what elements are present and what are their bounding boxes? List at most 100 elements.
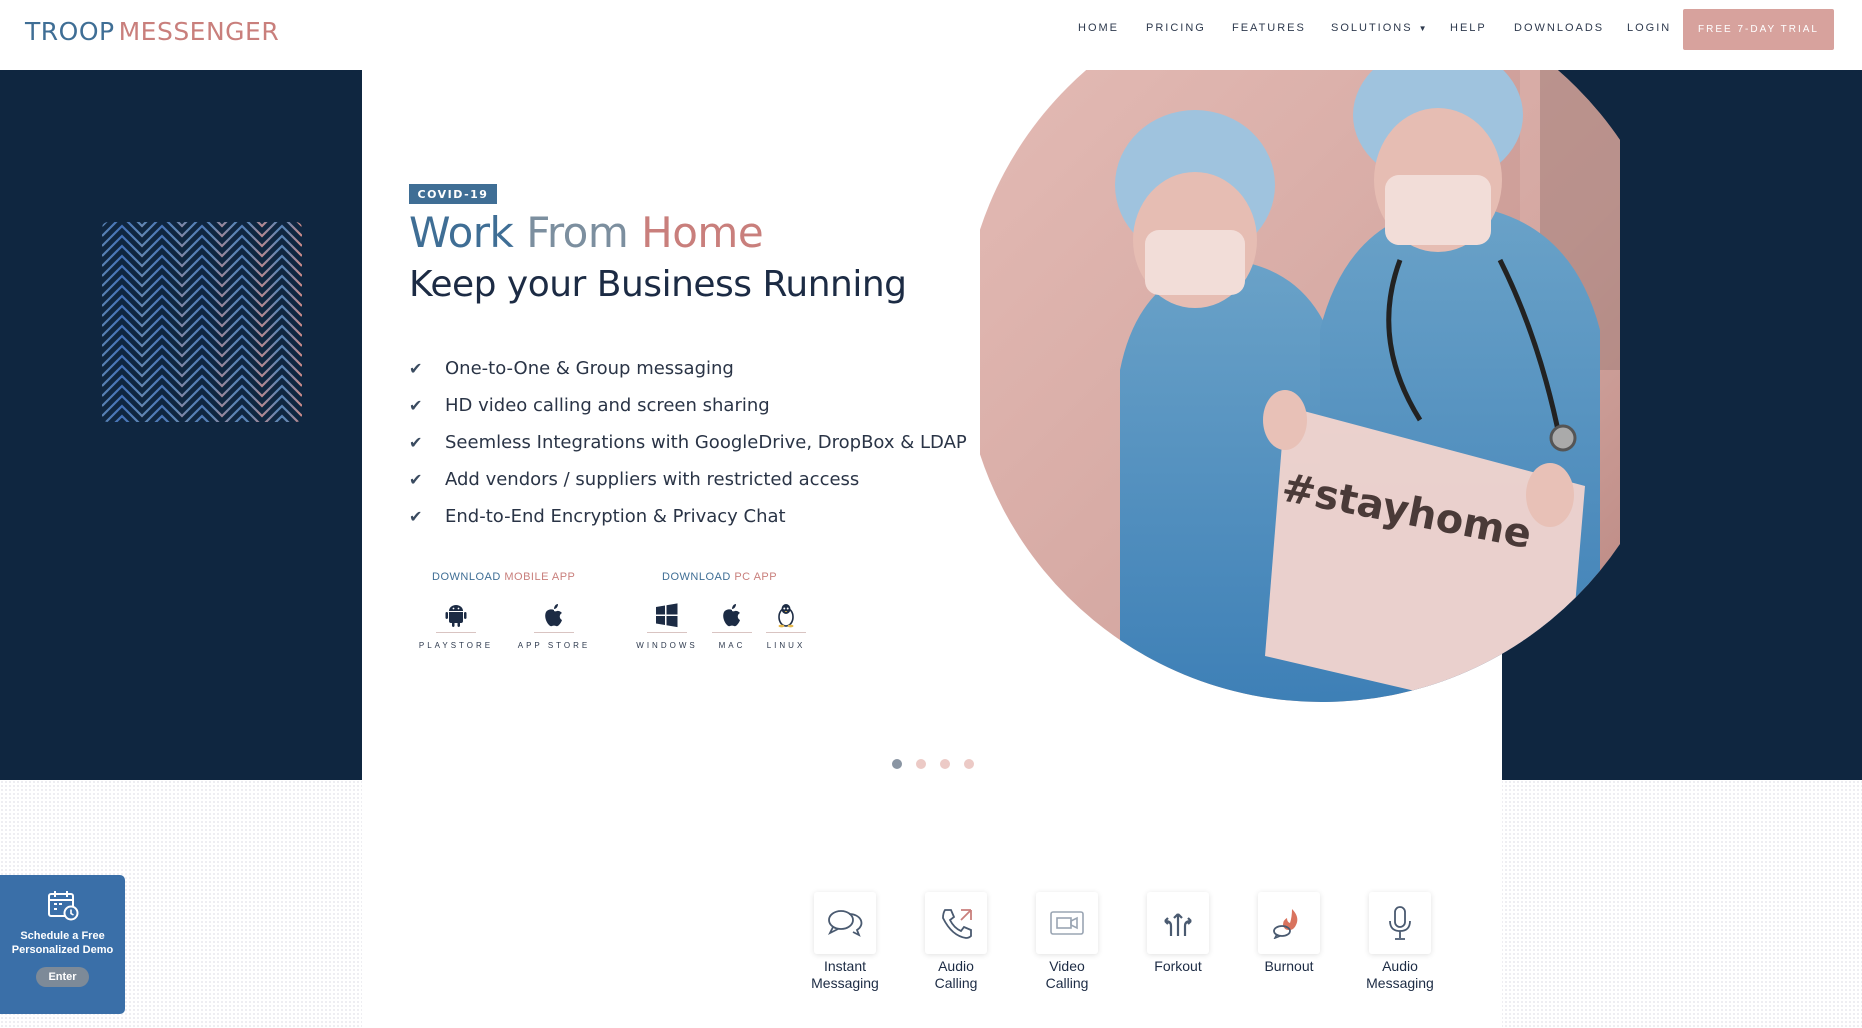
feature-text: Seemless Integrations with GoogleDrive, … [445, 432, 967, 453]
carousel-dot-3[interactable] [940, 759, 950, 769]
service-icon-box [1258, 892, 1320, 954]
service-name-line-1: Burnout [1264, 958, 1314, 974]
hero-left-panel [0, 70, 362, 780]
mac-link[interactable]: MAC [712, 602, 752, 650]
service-name-line-2: Calling [934, 975, 978, 991]
carousel-dot-1[interactable] [892, 759, 902, 769]
checkmark-icon: ✔ [409, 507, 423, 526]
service-icon-box [814, 892, 876, 954]
windows-link[interactable]: WINDOWS [633, 602, 701, 650]
covid-badge: COVID-19 [409, 184, 497, 204]
nav-home[interactable]: HOME [1078, 22, 1119, 38]
service-name-line-1: Audio [938, 958, 974, 974]
hero-subtitle: Keep your Business Running [409, 264, 907, 305]
phone-icon [942, 909, 972, 939]
windows-icon [656, 603, 678, 628]
apple-icon [723, 604, 740, 627]
free-trial-button[interactable]: FREE 7-DAY TRIAL [1683, 9, 1834, 50]
demo-text-line-2: Personalized Demo [11, 944, 114, 956]
checkmark-icon: ✔ [409, 396, 423, 415]
mac-label: MAC [718, 641, 746, 650]
download-mobile-label-a: DOWNLOAD [432, 571, 501, 583]
caret-down-icon: ▼ [1418, 24, 1429, 33]
service-burnout[interactable]: Burnout [1234, 892, 1344, 975]
appstore-label: APP STORE [517, 641, 591, 650]
nav-solutions[interactable]: SOLUTIONS ▼ [1331, 22, 1429, 38]
logo[interactable]: TROOP MESSENGER [25, 17, 279, 46]
forkout-icon [1164, 913, 1192, 936]
playstore-label: PLAYSTORE [418, 641, 494, 650]
service-audio-calling[interactable]: Audio Calling [901, 892, 1011, 992]
service-icon-box [1036, 892, 1098, 954]
hero-title-word-2: From [526, 208, 629, 257]
underline [647, 632, 687, 633]
service-name-line-1: Instant [823, 958, 867, 974]
hero-title: Work From Home [409, 208, 764, 257]
feature-text: Add vendors / suppliers with restricted … [445, 469, 860, 490]
android-icon [445, 605, 467, 627]
windows-label: WINDOWS [636, 641, 698, 650]
service-forkout[interactable]: Forkout [1123, 892, 1233, 975]
logo-part-1: TROOP [25, 17, 115, 46]
schedule-demo-widget[interactable]: Schedule a Free Personalized Demo Enter [0, 875, 125, 1014]
service-name-line-2: Messaging [811, 975, 879, 991]
appstore-link[interactable]: APP STORE [513, 602, 595, 650]
feature-item: ✔ End-to-End Encryption & Privacy Chat [409, 498, 967, 535]
navbar: TROOP MESSENGER HOME PRICING FEATURES SOL… [0, 0, 1862, 70]
download-pc-heading: DOWNLOAD PC APP [662, 571, 777, 583]
carousel-dot-4[interactable] [964, 759, 974, 769]
microphone-icon [1389, 906, 1411, 940]
carousel-dot-2[interactable] [916, 759, 926, 769]
feature-text: One-to-One & Group messaging [445, 358, 734, 379]
burnout-icon [1273, 909, 1298, 939]
nav-help[interactable]: HELP [1450, 22, 1487, 38]
feature-item: ✔ Seemless Integrations with GoogleDrive,… [409, 424, 967, 461]
apple-icon [545, 604, 562, 627]
service-name-line-1: Forkout [1154, 958, 1202, 974]
service-name-line-1: Video [1049, 958, 1085, 974]
chat-bubbles-icon [827, 910, 863, 937]
service-instant-messaging[interactable]: Instant Messaging [790, 892, 900, 992]
service-name-line-2: Messaging [1366, 975, 1434, 991]
nav-features[interactable]: FEATURES [1232, 22, 1306, 38]
hero-title-word-1: Work [409, 208, 514, 257]
nav-pricing[interactable]: PRICING [1146, 22, 1206, 38]
feature-list: ✔ One-to-One & Group messaging ✔ HD video … [409, 350, 967, 535]
download-mobile-heading: DOWNLOAD MOBILE APP [432, 571, 575, 583]
nav-solutions-label: SOLUTIONS [1331, 22, 1413, 34]
download-mobile-label-b: MOBILE APP [504, 571, 576, 583]
underline [712, 632, 752, 633]
playstore-link[interactable]: PLAYSTORE [413, 602, 499, 650]
underline [436, 632, 476, 633]
service-name-line-2: Calling [1045, 975, 1089, 991]
hero-title-word-3: Home [641, 208, 764, 257]
checkmark-icon: ✔ [409, 433, 423, 452]
carousel-dots [892, 759, 974, 769]
checkmark-icon: ✔ [409, 359, 423, 378]
download-pc-label-a: DOWNLOAD [662, 571, 731, 583]
linux-label: LINUX [766, 641, 806, 650]
underline [534, 632, 574, 633]
service-audio-messaging[interactable]: Audio Messaging [1345, 892, 1455, 992]
service-name-line-1: Audio [1382, 958, 1418, 974]
nav-login[interactable]: LOGIN [1627, 22, 1671, 38]
calendar-clock-icon [47, 891, 78, 921]
hero-photo: #stayhome [980, 70, 1620, 702]
download-pc-label-b: PC APP [734, 571, 778, 583]
logo-part-2: MESSENGER [118, 17, 280, 46]
service-icon-box [925, 892, 987, 954]
linux-tux-icon [778, 604, 794, 628]
demo-text-line-1: Schedule a Free [20, 930, 105, 942]
zigzag-pattern [102, 222, 302, 422]
underline [766, 632, 806, 633]
demo-enter-button[interactable]: Enter [36, 967, 89, 987]
service-video-calling[interactable]: Video Calling [1012, 892, 1122, 992]
nav-downloads[interactable]: DOWNLOADS [1514, 22, 1604, 38]
linux-link[interactable]: LINUX [763, 602, 809, 650]
feature-item: ✔ Add vendors / suppliers with restricted… [409, 461, 967, 498]
checkmark-icon: ✔ [409, 470, 423, 489]
service-icon-box [1369, 892, 1431, 954]
video-icon [1050, 911, 1084, 935]
feature-text: HD video calling and screen sharing [445, 395, 770, 416]
feature-text: End-to-End Encryption & Privacy Chat [445, 506, 786, 527]
